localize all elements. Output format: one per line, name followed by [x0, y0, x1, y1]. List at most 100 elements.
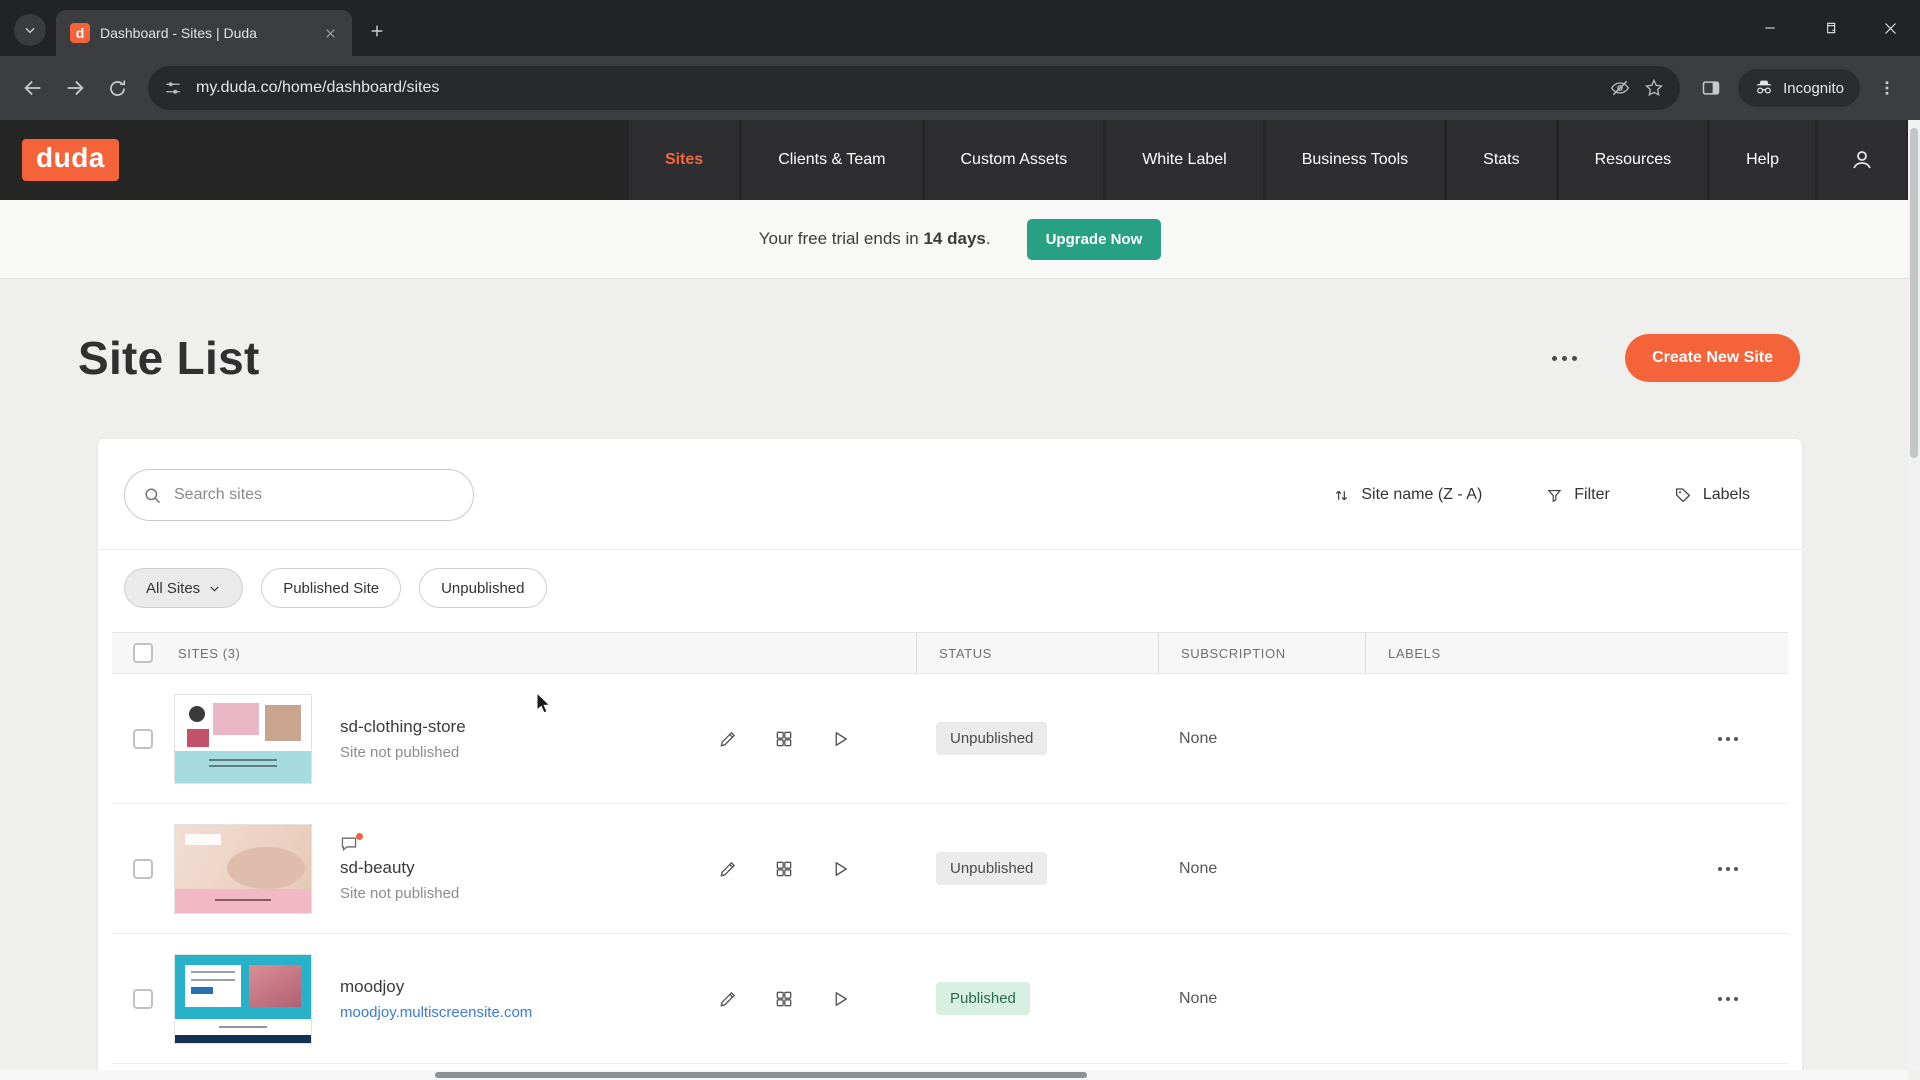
window-minimize-button[interactable]: [1740, 0, 1800, 56]
page-more-menu[interactable]: [1552, 356, 1577, 361]
subscription-value: None: [1158, 730, 1365, 748]
preview-play-icon[interactable]: [830, 989, 850, 1009]
site-publish-state: Site not published: [340, 744, 466, 761]
account-menu[interactable]: [1818, 120, 1906, 200]
nav-item-sites[interactable]: Sites: [629, 120, 739, 200]
url-text[interactable]: my.duda.co/home/dashboard/sites: [196, 79, 1596, 97]
chip-unpublished[interactable]: Unpublished: [419, 568, 546, 608]
chip-published-site[interactable]: Published Site: [261, 568, 401, 608]
reload-button[interactable]: [96, 67, 138, 109]
chevron-down-icon: [208, 582, 221, 595]
row-menu-icon[interactable]: [1700, 997, 1788, 1001]
row-checkbox[interactable]: [133, 989, 153, 1009]
sort-icon: [1333, 487, 1350, 504]
create-new-site-button[interactable]: Create New Site: [1625, 334, 1800, 382]
eye-off-icon[interactable]: [1610, 78, 1630, 98]
upgrade-now-button[interactable]: Upgrade Now: [1027, 219, 1162, 260]
sort-control[interactable]: Site name (Z - A): [1333, 486, 1482, 504]
site-name[interactable]: sd-clothing-store: [340, 717, 466, 737]
incognito-label: Incognito: [1783, 80, 1844, 97]
page-header: Site List Create New Site: [78, 331, 1800, 385]
preview-play-icon[interactable]: [830, 729, 850, 749]
nav-item-custom-assets[interactable]: Custom Assets: [925, 120, 1104, 200]
tab-close-icon[interactable]: [318, 21, 342, 45]
card-toolbar: Site name (Z - A) Filter Labels: [98, 439, 1802, 550]
window-close-button[interactable]: [1860, 0, 1920, 56]
browser-tab-strip: d Dashboard - Sites | Duda: [0, 0, 1920, 56]
search-box[interactable]: [124, 469, 474, 521]
horizontal-scrollbar-thumb[interactable]: [435, 1072, 1087, 1078]
trial-banner-text: Your free trial ends in 14 days.: [759, 229, 991, 249]
tab-title: Dashboard - Sites | Duda: [100, 25, 308, 41]
row-checkbox[interactable]: [133, 859, 153, 879]
status-badge: Published: [936, 982, 1030, 1015]
subscription-value: None: [1158, 990, 1365, 1008]
browser-menu-icon[interactable]: [1866, 67, 1908, 109]
row-menu-icon[interactable]: [1700, 867, 1788, 871]
site-thumbnail[interactable]: [174, 954, 312, 1044]
person-icon: [1850, 148, 1874, 172]
header-sites: SITES (3): [174, 633, 916, 673]
filter-control[interactable]: Filter: [1546, 486, 1610, 504]
side-panel-icon[interactable]: [1690, 67, 1732, 109]
chip-all-sites[interactable]: All Sites: [124, 568, 243, 608]
forward-button[interactable]: [54, 67, 96, 109]
nav-item-business-tools[interactable]: Business Tools: [1266, 120, 1444, 200]
horizontal-scrollbar[interactable]: [0, 1070, 1908, 1080]
edit-site-icon[interactable]: [718, 859, 738, 879]
header-labels: LABELS: [1365, 633, 1700, 673]
search-input[interactable]: [174, 486, 455, 504]
site-settings-icon[interactable]: [164, 79, 182, 97]
table-row: sd-clothing-store Site not published Unp…: [112, 674, 1788, 804]
incognito-icon: [1754, 78, 1774, 98]
duda-logo[interactable]: duda: [22, 139, 119, 181]
subscription-value: None: [1158, 860, 1365, 878]
tab-search-button[interactable]: [14, 14, 46, 46]
browser-toolbar: my.duda.co/home/dashboard/sites Incognit…: [0, 56, 1920, 120]
preview-play-icon[interactable]: [830, 859, 850, 879]
filter-icon: [1546, 487, 1563, 504]
site-thumbnail[interactable]: [174, 694, 312, 784]
browser-tab[interactable]: d Dashboard - Sites | Duda: [56, 10, 352, 56]
edit-site-icon[interactable]: [718, 729, 738, 749]
edit-site-icon[interactable]: [718, 989, 738, 1009]
site-name[interactable]: sd-beauty: [340, 858, 459, 878]
site-name[interactable]: moodjoy: [340, 977, 532, 997]
table-header: SITES (3) STATUS SUBSCRIPTION LABELS: [112, 632, 1788, 674]
nav-item-clients-team[interactable]: Clients & Team: [742, 120, 921, 200]
site-thumbnail[interactable]: [174, 824, 312, 914]
vertical-scrollbar[interactable]: [1908, 120, 1920, 1070]
filter-label: Filter: [1574, 486, 1610, 504]
apps-grid-icon[interactable]: [774, 989, 794, 1009]
search-icon: [143, 486, 162, 505]
nav-item-white-label[interactable]: White Label: [1106, 120, 1263, 200]
row-checkbox[interactable]: [133, 729, 153, 749]
tag-icon: [1674, 486, 1692, 504]
labels-label: Labels: [1703, 486, 1750, 504]
nav-item-resources[interactable]: Resources: [1559, 120, 1707, 200]
status-badge: Unpublished: [936, 722, 1047, 755]
bookmark-star-icon[interactable]: [1644, 78, 1664, 98]
table-row: sd-beauty Site not published Unpublished…: [112, 804, 1788, 934]
status-badge: Unpublished: [936, 852, 1047, 885]
page-title: Site List: [78, 331, 260, 385]
nav-item-help[interactable]: Help: [1710, 120, 1815, 200]
labels-control[interactable]: Labels: [1674, 486, 1750, 504]
duda-top-nav: duda Sites Clients & Team Custom Assets …: [0, 120, 1920, 200]
apps-grid-icon[interactable]: [774, 729, 794, 749]
apps-grid-icon[interactable]: [774, 859, 794, 879]
url-bar[interactable]: my.duda.co/home/dashboard/sites: [148, 66, 1680, 110]
new-tab-button[interactable]: [360, 14, 394, 48]
incognito-badge: Incognito: [1738, 69, 1860, 107]
comment-notification-icon[interactable]: [340, 836, 360, 852]
select-all-checkbox[interactable]: [133, 643, 153, 663]
nav-item-stats[interactable]: Stats: [1447, 120, 1555, 200]
window-restore-button[interactable]: [1800, 0, 1860, 56]
window-controls: [1740, 0, 1920, 56]
back-button[interactable]: [12, 67, 54, 109]
site-domain-link[interactable]: moodjoy.multiscreensite.com: [340, 1004, 532, 1021]
vertical-scrollbar-thumb[interactable]: [1910, 128, 1918, 458]
header-subscription: SUBSCRIPTION: [1158, 633, 1365, 673]
row-menu-icon[interactable]: [1700, 737, 1788, 741]
duda-favicon: d: [70, 23, 90, 43]
